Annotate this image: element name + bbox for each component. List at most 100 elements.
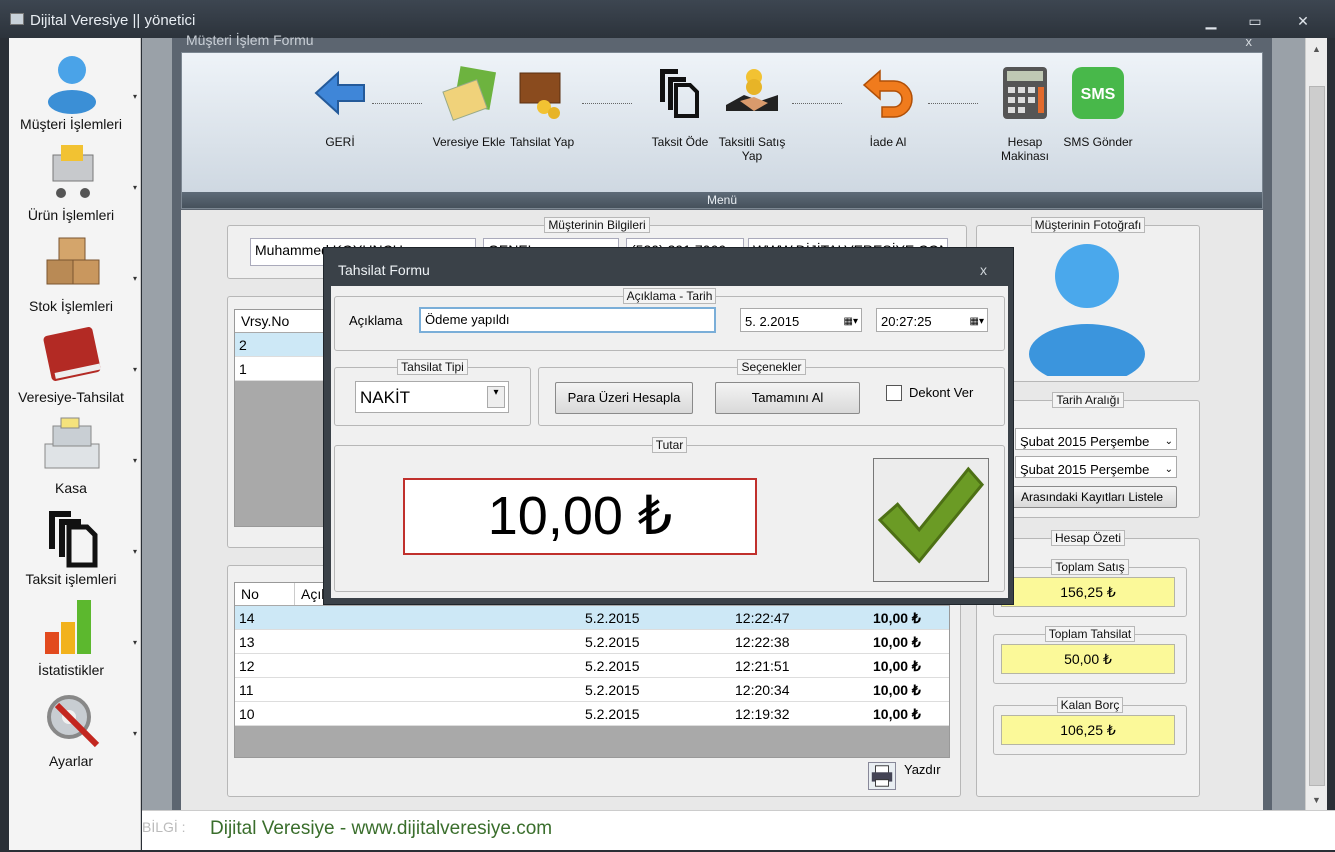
bar-chart-icon	[45, 600, 91, 654]
group-title: Tarih Aralığı	[1052, 392, 1124, 408]
check-icon	[877, 466, 985, 564]
sidebar-item-cash[interactable]: Kasa ▾	[9, 410, 141, 501]
remaining-debt-value: 106,25 ₺	[1001, 715, 1175, 745]
sidebar-item-label: Veresiye-Tahsilat	[18, 389, 124, 405]
boxes-icon	[46, 237, 100, 285]
total-collection-value: 50,00 ₺	[1001, 644, 1175, 674]
status-text: Dijital Veresiye - www.dijitalveresiye.c…	[210, 818, 553, 839]
sidebar-item-label: Ürün İşlemleri	[27, 207, 115, 223]
table-row[interactable]: 1	[235, 357, 333, 381]
sidebar-item-label: Stok İşlemleri	[28, 298, 114, 314]
total-collection-label: Toplam Tahsilat	[1044, 626, 1136, 642]
column-header[interactable]: Vrsy.No	[235, 310, 335, 332]
receipt-label: Dekont Ver	[909, 385, 974, 400]
table-row[interactable]: 14 5.2.2015 12:22:47 10,00 ₺	[235, 606, 949, 630]
chevron-down-icon: ▾	[487, 386, 505, 408]
status-info-label: BİLGİ :	[142, 819, 186, 835]
description-input[interactable]: Ödeme yapıldı	[419, 307, 716, 333]
dialog-close-icon[interactable]: x	[980, 262, 987, 278]
menu-bar-label: Menü	[182, 192, 1262, 208]
table-row[interactable]: 13 5.2.2015 12:22:38 10,00 ₺	[235, 630, 949, 654]
menu-separator	[582, 103, 632, 104]
chevron-down-icon[interactable]: ▾	[133, 274, 137, 283]
scroll-down-icon[interactable]: ▼	[1306, 795, 1327, 805]
table-row[interactable]: 10 5.2.2015 12:19:32 10,00 ₺	[235, 702, 949, 726]
sidebar-item-stock[interactable]: Stok İşlemleri ▾	[9, 228, 141, 319]
maximize-button[interactable]: ▭	[1244, 12, 1266, 30]
chevron-down-icon[interactable]: ▾	[133, 365, 137, 374]
sidebar-item-products[interactable]: Ürün İşlemleri ▾	[9, 137, 141, 228]
chevron-down-icon[interactable]: ▾	[133, 92, 137, 101]
menu-separator	[372, 103, 422, 104]
group-title: Seçenekler	[737, 359, 806, 375]
group-title: Tutar	[651, 437, 688, 453]
table-row[interactable]: 12 5.2.2015 12:21:51 10,00 ₺	[235, 654, 949, 678]
group-title: Hesap Özeti	[1050, 530, 1126, 546]
back-arrow-icon	[314, 70, 365, 116]
child-form-title: Müşteri İşlem Formu	[186, 32, 314, 48]
minimize-button[interactable]: ▁	[1200, 12, 1222, 30]
menu-separator	[792, 103, 842, 104]
confirm-button[interactable]	[873, 458, 989, 582]
table-row[interactable]: 2	[235, 333, 333, 357]
column-header-no[interactable]: No	[235, 583, 295, 605]
chevron-down-icon[interactable]: ▾	[133, 183, 137, 192]
collection-type-select[interactable]: NAKİT ▾	[355, 381, 509, 413]
menu-ribbon: GERİ Veresiye Ekle Tahsilat Yap Taksit Ö…	[181, 52, 1263, 209]
remaining-debt-group: Kalan Borç 106,25 ₺	[993, 697, 1187, 755]
scroll-up-icon[interactable]: ▲	[1306, 44, 1327, 54]
scroll-thumb[interactable]	[1309, 86, 1325, 786]
user-icon	[48, 56, 96, 114]
copy-pages-icon	[49, 511, 98, 568]
table-row[interactable]: 11 5.2.2015 12:20:34 10,00 ₺	[235, 678, 949, 702]
gear-tools-icon	[47, 695, 100, 748]
calculate-change-button[interactable]: Para Üzeri Hesapla	[555, 382, 693, 414]
sidebar-item-settings[interactable]: Ayarlar ▾	[9, 683, 141, 774]
sms-icon: SMS	[1072, 67, 1124, 119]
printer-icon[interactable]	[868, 762, 896, 790]
sidebar-item-label: İstatistikler	[37, 662, 105, 678]
cart-icon	[52, 145, 94, 198]
take-all-button[interactable]: Tamamını Al	[715, 382, 860, 414]
return-arrow-icon	[862, 69, 913, 118]
description-date-group: Açıklama - Tarih Açıklama Ödeme yapıldı …	[334, 288, 1005, 351]
copy-pages-icon	[660, 69, 699, 118]
chevron-down-icon[interactable]: ▾	[133, 729, 137, 738]
payment-grid[interactable]: No Açıklama 145.2.201512:22:4710,00 ₺ 13…	[234, 582, 950, 758]
chevron-down-icon[interactable]: ▾	[133, 638, 137, 647]
group-title: Müşterinin Bilgileri	[544, 217, 650, 233]
chevron-down-icon[interactable]: ▾	[133, 547, 137, 556]
cash-register-icon	[44, 417, 100, 469]
sidebar-item-installments[interactable]: Taksit işlemleri ▾	[9, 501, 141, 592]
chevron-down-icon: ⌄	[1164, 464, 1173, 475]
child-close-icon[interactable]: x	[1246, 34, 1253, 49]
calendar-icon: ▦▾	[843, 316, 858, 327]
options-group: Seçenekler Para Üzeri Hesapla Tamamını A…	[538, 359, 1005, 426]
credit-grid[interactable]: Vrsy.No 2 1	[234, 309, 335, 527]
date-to-select[interactable]: Şubat 2015 Perşembe ⌄	[1015, 456, 1177, 478]
credit-list-group: Vrsy.No 2 1	[227, 296, 337, 548]
dialog-body: Açıklama - Tarih Açıklama Ödeme yapıldı …	[331, 286, 1008, 598]
user-avatar-icon	[1029, 244, 1145, 376]
menu-separator	[928, 103, 978, 104]
date-from-select[interactable]: Şubat 2015 Perşembe ⌄	[1015, 428, 1177, 450]
receipt-checkbox[interactable]	[886, 385, 902, 401]
sidebar-item-customers[interactable]: Müşteri İşlemleri ▾	[9, 46, 141, 137]
group-title: Tahsilat Tipi	[397, 359, 468, 375]
handshake-coins-icon	[726, 69, 778, 111]
amount-display[interactable]: 10,00 ₺	[403, 478, 757, 555]
date-picker[interactable]: 5. 2.2015 ▦▾	[740, 308, 862, 332]
vertical-scrollbar[interactable]: ▲ ▼	[1305, 38, 1327, 810]
sidebar-item-credit[interactable]: Veresiye-Tahsilat ▾	[9, 319, 141, 410]
chevron-down-icon[interactable]: ▾	[133, 456, 137, 465]
time-picker[interactable]: 20:27:25 ▦▾	[876, 308, 988, 332]
calendar-icon: ▦▾	[969, 316, 984, 327]
amount-group: Tutar 10,00 ₺	[334, 437, 1005, 592]
collection-form-dialog: Tahsilat Formu x Açıklama - Tarih Açıkla…	[323, 247, 1014, 605]
sidebar-item-label: Kasa	[55, 480, 87, 496]
close-button[interactable]: ✕	[1292, 12, 1314, 30]
print-label[interactable]: Yazdır	[904, 762, 941, 777]
sidebar-item-statistics[interactable]: İstatistikler ▾	[9, 592, 141, 683]
total-sales-label: Toplam Satış	[1051, 559, 1129, 575]
list-records-button[interactable]: Arasındaki Kayıtları Listele	[1007, 486, 1177, 508]
